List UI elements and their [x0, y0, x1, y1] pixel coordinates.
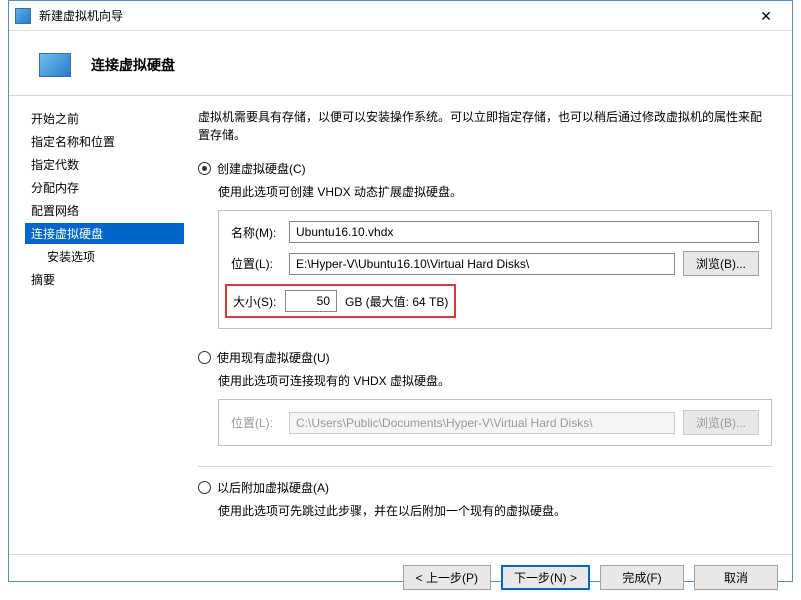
radio-later-icon: [198, 481, 211, 494]
page-title: 连接虚拟硬盘: [91, 55, 175, 75]
size-unit: GB (最大值: 64 TB): [345, 293, 448, 310]
existing-disk-fields: 位置(L): 浏览(B)...: [218, 399, 772, 446]
divider-line: [198, 466, 772, 467]
footer-buttons: < 上一步(P) 下一步(N) > 完成(F) 取消: [9, 554, 792, 600]
disk-size-input[interactable]: [285, 290, 337, 312]
content-area: 虚拟机需要具有存储，以便可以安装操作系统。可以立即指定存储，也可以稍后通过修改虚…: [184, 96, 792, 554]
size-label: 大小(S):: [233, 293, 277, 310]
location-label: 位置(L):: [231, 255, 281, 272]
page-header: 连接虚拟硬盘: [9, 31, 792, 95]
option-attach-later[interactable]: 以后附加虚拟硬盘(A): [198, 479, 772, 496]
disk-location-input[interactable]: [289, 253, 675, 275]
size-highlight: 大小(S): GB (最大值: 64 TB): [225, 284, 456, 318]
wizard-steps: 开始之前 指定名称和位置 指定代数 分配内存 配置网络 连接虚拟硬盘 安装选项 …: [9, 96, 184, 554]
browse-existing-button: 浏览(B)...: [683, 410, 759, 435]
step-name-location[interactable]: 指定名称和位置: [25, 131, 184, 152]
option-create-disk[interactable]: 创建虚拟硬盘(C): [198, 160, 772, 177]
page-description: 虚拟机需要具有存储，以便可以安装操作系统。可以立即指定存储，也可以稍后通过修改虚…: [198, 108, 772, 144]
wizard-window: 新建虚拟机向导 ✕ 连接虚拟硬盘 开始之前 指定名称和位置 指定代数 分配内存 …: [8, 0, 793, 582]
existing-location-input: [289, 412, 675, 434]
close-button[interactable]: ✕: [746, 2, 786, 30]
step-memory[interactable]: 分配内存: [25, 177, 184, 198]
option-existing-disk[interactable]: 使用现有虚拟硬盘(U): [198, 349, 772, 366]
step-virtual-disk[interactable]: 连接虚拟硬盘: [25, 223, 184, 244]
option-create-desc: 使用此选项可创建 VHDX 动态扩展虚拟硬盘。: [218, 183, 772, 200]
prev-button[interactable]: < 上一步(P): [403, 565, 491, 590]
create-disk-fields: 名称(M): 位置(L): 浏览(B)... 大小(S): GB (最大值: 6…: [218, 210, 772, 329]
titlebar: 新建虚拟机向导 ✕: [9, 1, 792, 31]
existing-location-label: 位置(L):: [231, 414, 281, 431]
window-title: 新建虚拟机向导: [39, 7, 746, 24]
option-existing-label: 使用现有虚拟硬盘(U): [217, 349, 330, 366]
disk-name-input[interactable]: [289, 221, 759, 243]
step-install-options[interactable]: 安装选项: [25, 246, 184, 267]
option-create-label: 创建虚拟硬盘(C): [217, 160, 306, 177]
step-before-start[interactable]: 开始之前: [25, 108, 184, 129]
radio-create-icon: [198, 162, 211, 175]
app-icon: [15, 8, 31, 24]
option-existing-desc: 使用此选项可连接现有的 VHDX 虚拟硬盘。: [218, 372, 772, 389]
browse-create-button[interactable]: 浏览(B)...: [683, 251, 759, 276]
step-summary[interactable]: 摘要: [25, 269, 184, 290]
finish-button[interactable]: 完成(F): [600, 565, 684, 590]
step-generation[interactable]: 指定代数: [25, 154, 184, 175]
radio-existing-icon: [198, 351, 211, 364]
next-button[interactable]: 下一步(N) >: [501, 565, 590, 590]
name-label: 名称(M):: [231, 224, 281, 241]
header-icon: [39, 53, 71, 77]
option-later-label: 以后附加虚拟硬盘(A): [217, 479, 329, 496]
step-network[interactable]: 配置网络: [25, 200, 184, 221]
cancel-button[interactable]: 取消: [694, 565, 778, 590]
option-later-desc: 使用此选项可先跳过此步骤，并在以后附加一个现有的虚拟硬盘。: [218, 502, 772, 519]
